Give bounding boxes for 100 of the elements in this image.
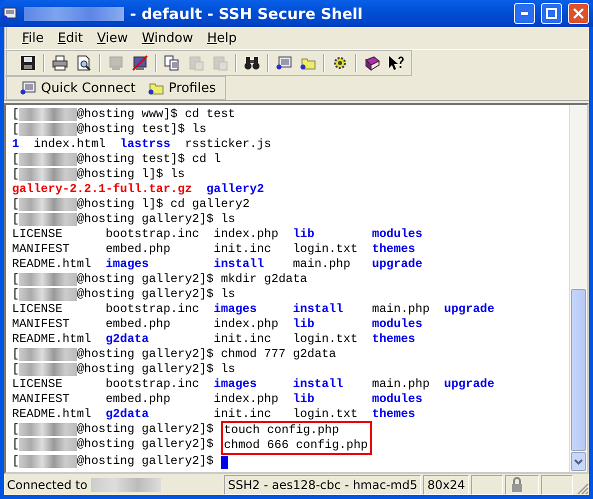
file-name: MANIFEST [12, 317, 71, 332]
menu-item[interactable]: View [90, 30, 135, 46]
terminal-text: @hosting l]$ cd gallery2 [76, 197, 250, 212]
file-name: index.php [214, 317, 278, 332]
save-icon [20, 55, 36, 71]
file-name: main.php [372, 377, 430, 392]
disconnect-icon [132, 55, 148, 71]
directory-name: upgrade [444, 377, 494, 392]
cipher-info: SSH2 - aes128-cbc - hmac-md5 [224, 475, 422, 495]
terminal-text: @hosting gallery2]$ chmod 777 g2data [76, 347, 336, 362]
printer-icon [52, 55, 68, 71]
directory-name: install [214, 257, 266, 272]
terminal-text: @hosting gallery2]$ ls [76, 212, 236, 227]
file-name: index.php [214, 392, 278, 407]
status-pane [541, 475, 573, 495]
directory-name: upgrade [444, 302, 494, 317]
copy-icon [164, 55, 180, 71]
file-name: LICENSE [12, 302, 64, 317]
minimize-icon [521, 12, 528, 15]
file-name: bootstrap.inc [106, 377, 200, 392]
archive-file-name: gallery-2.2.1-full.tar.gz [12, 182, 192, 197]
directory-name: lib [292, 227, 316, 242]
menu-item[interactable]: Help [200, 30, 244, 46]
paste-icon [188, 55, 204, 71]
directory-name: modules [372, 392, 424, 407]
terminal-text: [ [12, 437, 20, 452]
terminal-text: @hosting gallery2]$ ls [76, 287, 236, 302]
terminal-text: touch config.php [224, 423, 340, 438]
terminal-text: chmod 666 config.php [224, 438, 368, 453]
scroll-down-button[interactable] [571, 452, 586, 471]
directory-name: themes [372, 242, 416, 257]
directory-name: g2data [106, 407, 150, 422]
file-name: init.inc [214, 407, 272, 422]
file-name: login.txt [292, 332, 358, 347]
menu-item[interactable]: Edit [50, 30, 90, 46]
toolbar-button[interactable]: Profiles [144, 79, 219, 97]
binoculars-icon [244, 55, 260, 71]
status-pane [471, 475, 503, 495]
file-name: LICENSE [12, 227, 64, 242]
directory-name: lib [292, 392, 316, 407]
terminal-text: @hosting gallery2]$ [76, 437, 214, 452]
paste-icon [212, 55, 228, 71]
toolbar-button[interactable]: Quick Connect [17, 79, 139, 97]
directory-name: upgrade [372, 257, 422, 272]
directory-name: images [214, 377, 258, 392]
terminal-text: [ [12, 167, 20, 182]
directory-name: gallery2 [206, 182, 264, 197]
book-icon [364, 55, 380, 71]
app-icon [2, 6, 18, 22]
directory-name: g2data [106, 332, 150, 347]
scrollbar-thumb[interactable] [571, 289, 586, 451]
terminal-text: [ [12, 107, 20, 122]
file-name: index.html [34, 137, 106, 152]
terminal-size: 80x24 [423, 475, 469, 495]
file-name: rssticker.js [184, 137, 272, 152]
directory-name: images [106, 257, 150, 272]
scrollbar[interactable] [569, 105, 587, 472]
computer-icon [276, 55, 292, 71]
close-button[interactable] [568, 3, 589, 24]
file-name: README.html [12, 257, 92, 272]
terminal-text: @hosting gallery2]$ mkdir g2data [76, 272, 308, 287]
file-name: embed.php [106, 392, 172, 407]
lock-icon [509, 477, 525, 493]
file-name: embed.php [106, 242, 172, 257]
print-preview-icon [76, 55, 92, 71]
directory-name: 1 [12, 137, 20, 152]
help-pointer-icon [388, 55, 404, 71]
minimize-button[interactable] [514, 3, 535, 24]
file-name: main.php [372, 302, 430, 317]
resize-grip-icon [575, 481, 589, 495]
maximize-button[interactable] [541, 3, 562, 24]
file-name: login.txt [292, 407, 358, 422]
terminal-text: [ [12, 122, 20, 137]
menu-item[interactable]: Window [134, 30, 200, 46]
terminal-text: [ [12, 197, 20, 212]
terminal-text: @hosting test]$ ls [76, 122, 206, 137]
file-name: index.php [214, 227, 278, 242]
file-name: README.html [12, 332, 92, 347]
directory-name: modules [372, 227, 422, 242]
file-name: README.html [12, 407, 92, 422]
terminal-text: @hosting gallery2]$ [76, 454, 214, 469]
terminal-text: @hosting test]$ cd l [76, 152, 221, 167]
directory-name: themes [372, 332, 416, 347]
directory-name: install [292, 377, 344, 392]
directory-name: themes [372, 407, 416, 422]
directory-name: install [292, 302, 344, 317]
file-name: LICENSE [12, 377, 64, 392]
menu-item[interactable]: File [15, 30, 51, 46]
terminal-text: [ [12, 272, 20, 287]
gear-icon [332, 55, 348, 71]
terminal-text: [ [12, 152, 20, 167]
file-name: init.inc [214, 332, 272, 347]
file-name: embed.php [106, 317, 172, 332]
file-name: MANIFEST [12, 242, 71, 257]
terminal-icon [108, 55, 124, 71]
terminal-text: @hosting gallery2]$ ls [76, 362, 236, 377]
file-name: bootstrap.inc [106, 302, 200, 317]
directory-name: lib [292, 317, 316, 332]
window-title: - default - SSH Secure Shell [130, 4, 364, 22]
directory-name: modules [372, 317, 424, 332]
